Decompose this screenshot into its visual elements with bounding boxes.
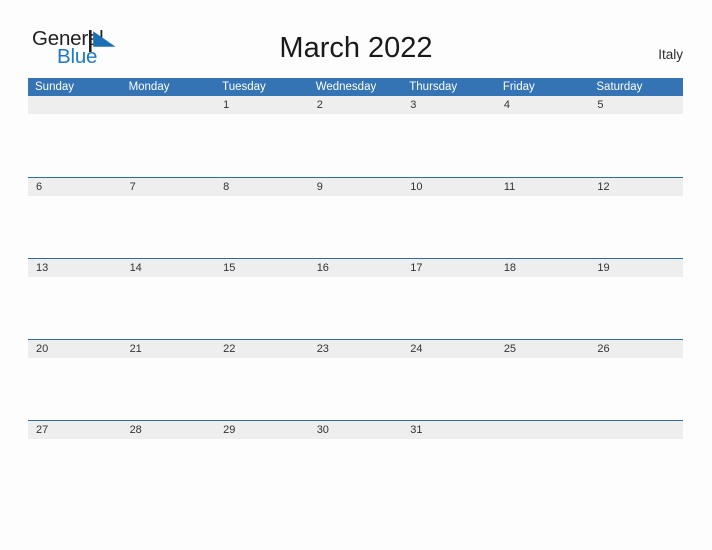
day-cell[interactable]: 6: [28, 178, 122, 196]
day-cell[interactable]: 21: [122, 340, 216, 358]
day-cell[interactable]: 24: [402, 340, 496, 358]
week-date-band: 20 21 22 23 24 25 26: [28, 339, 683, 358]
week-date-band: 13 14 15 16 17 18 19: [28, 258, 683, 277]
day-cell[interactable]: 18: [496, 259, 590, 277]
day-cell[interactable]: 16: [309, 259, 403, 277]
weekday-header-thursday: Thursday: [409, 81, 458, 93]
day-cell[interactable]: 28: [122, 421, 216, 439]
day-cell[interactable]: 12: [589, 178, 683, 196]
day-cell[interactable]: 25: [496, 340, 590, 358]
day-cell[interactable]: 29: [215, 421, 309, 439]
day-cell[interactable]: 3: [402, 96, 496, 114]
day-cell[interactable]: 14: [122, 259, 216, 277]
day-cell[interactable]: 8: [215, 178, 309, 196]
day-cell[interactable]: 11: [496, 178, 590, 196]
weekday-header-sunday: Sunday: [35, 81, 75, 93]
day-cell[interactable]: 2: [309, 96, 403, 114]
day-cell[interactable]: [589, 421, 683, 439]
day-cell[interactable]: 30: [309, 421, 403, 439]
day-cell[interactable]: 5: [589, 96, 683, 114]
day-cell[interactable]: 7: [122, 178, 216, 196]
page-title: March 2022: [279, 32, 433, 64]
week-note-area[interactable]: [28, 358, 683, 420]
day-cell[interactable]: 15: [215, 259, 309, 277]
week-row: 1 2 3 4 5: [28, 96, 683, 177]
week-row: 20 21 22 23 24 25 26: [28, 339, 683, 420]
week-row: 13 14 15 16 17 18 19: [28, 258, 683, 339]
weekday-header-wednesday: Wednesday: [315, 81, 377, 93]
day-cell[interactable]: [122, 96, 216, 114]
day-cell[interactable]: 20: [28, 340, 122, 358]
day-cell[interactable]: 1: [215, 96, 309, 114]
day-cell[interactable]: 4: [496, 96, 590, 114]
country-label: Italy: [658, 47, 683, 62]
day-cell[interactable]: 26: [589, 340, 683, 358]
week-note-area[interactable]: [28, 439, 683, 501]
day-cell[interactable]: 23: [309, 340, 403, 358]
weekday-header-saturday: Saturday: [596, 81, 643, 93]
day-cell[interactable]: [28, 96, 122, 114]
week-note-area[interactable]: [28, 277, 683, 339]
week-note-area[interactable]: [28, 114, 683, 176]
day-cell[interactable]: 22: [215, 340, 309, 358]
day-cell[interactable]: 13: [28, 259, 122, 277]
day-cell[interactable]: 9: [309, 178, 403, 196]
day-cell[interactable]: 17: [402, 259, 496, 277]
weekday-header-tuesday: Tuesday: [222, 81, 266, 93]
day-cell[interactable]: 19: [589, 259, 683, 277]
calendar-page: General Blue March 2022 Italy Sunday Mon…: [0, 0, 712, 550]
day-cell[interactable]: 31: [402, 421, 496, 439]
week-row: 6 7 8 9 10 11 12: [28, 177, 683, 258]
week-date-band: 1 2 3 4 5: [28, 96, 683, 114]
day-cell[interactable]: 10: [402, 178, 496, 196]
week-note-area[interactable]: [28, 196, 683, 258]
day-cell[interactable]: [496, 421, 590, 439]
weekday-header-row: Sunday Monday Tuesday Wednesday Thursday…: [28, 78, 683, 96]
week-date-band: 27 28 29 30 31: [28, 420, 683, 439]
weekday-header-friday: Friday: [502, 81, 535, 93]
day-cell[interactable]: 27: [28, 421, 122, 439]
week-date-band: 6 7 8 9 10 11 12: [28, 177, 683, 196]
week-row: 27 28 29 30 31: [28, 420, 683, 501]
weekday-header-monday: Monday: [128, 81, 170, 93]
page-header: General Blue March 2022 Italy: [0, 0, 712, 78]
calendar-grid: Sunday Monday Tuesday Wednesday Thursday…: [28, 78, 683, 501]
